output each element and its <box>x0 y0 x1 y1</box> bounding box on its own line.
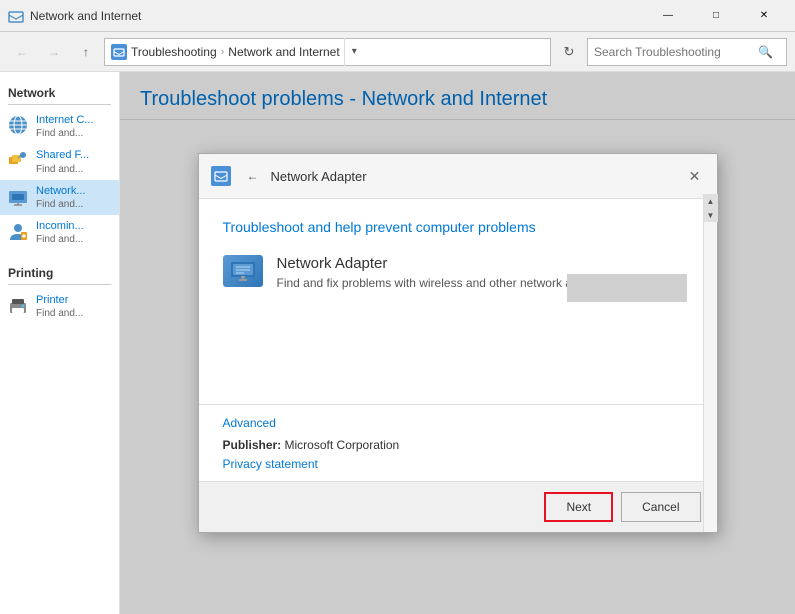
printer-item-sub: Find and... <box>36 307 113 320</box>
network-icon <box>6 184 30 208</box>
printer-icon <box>6 293 30 317</box>
up-button[interactable]: ↑ <box>72 38 100 66</box>
network-adapter-dialog: ← Network Adapter ✕ Troubleshoot and hel… <box>198 153 718 533</box>
printing-section-title: Printing <box>0 260 119 284</box>
scroll-up-button[interactable]: ▲ <box>704 194 718 208</box>
window-controls: — □ ✕ <box>645 0 787 32</box>
shared-icon <box>6 148 30 172</box>
adapter-description: Find and fix problems with wireless and … <box>277 276 616 290</box>
network-item-title: Network... <box>36 184 113 198</box>
incoming-icon <box>6 219 30 243</box>
window-icon <box>8 8 24 24</box>
search-icon[interactable]: 🔍 <box>758 45 773 59</box>
sidebar: Network Internet C... Find and... <box>0 72 120 614</box>
window-title: Network and Internet <box>30 9 645 23</box>
adapter-icon-inner <box>223 255 263 287</box>
printer-item-text: Printer Find and... <box>36 293 113 320</box>
sidebar-item-printer[interactable]: Printer Find and... <box>0 289 119 324</box>
title-bar: Network and Internet — □ ✕ <box>0 0 795 32</box>
scrollbar-track[interactable]: ▲ ▼ <box>703 194 717 532</box>
dialog-header-icon <box>211 166 231 186</box>
internet-icon <box>6 113 30 137</box>
breadcrumb-part2: Network and Internet <box>228 45 339 59</box>
sidebar-item-network[interactable]: Network... Find and... <box>0 180 119 215</box>
dialog-body: Troubleshoot and help prevent computer p… <box>199 199 717 404</box>
network-divider <box>8 104 111 105</box>
address-bar: ← → ↑ Troubleshooting › Network and Inte… <box>0 32 795 72</box>
shared-item-sub: Find and... <box>36 163 113 176</box>
dialog-overlay: ← Network Adapter ✕ Troubleshoot and hel… <box>120 72 795 614</box>
sidebar-item-shared[interactable]: Shared F... Find and... <box>0 144 119 179</box>
incoming-item-text: Incomin... Find and... <box>36 219 113 246</box>
sidebar-item-incoming[interactable]: Incomin... Find and... <box>0 215 119 250</box>
printing-divider <box>8 284 111 285</box>
refresh-button[interactable]: ↻ <box>555 38 583 66</box>
publisher-value: Microsoft Corporation <box>285 438 400 452</box>
dialog-header: ← Network Adapter ✕ <box>199 154 717 199</box>
publisher-line: Publisher: Microsoft Corporation <box>223 438 693 452</box>
adapter-info: Network Adapter Find and fix problems wi… <box>277 255 616 290</box>
advanced-link[interactable]: Advanced <box>223 416 276 430</box>
cancel-button[interactable]: Cancel <box>621 492 700 522</box>
back-button[interactable]: ← <box>8 38 36 66</box>
address-chevron[interactable]: ▾ <box>344 38 364 66</box>
dialog-back-button[interactable]: ← <box>239 162 267 190</box>
printer-item-title: Printer <box>36 293 113 307</box>
search-input[interactable] <box>594 45 754 59</box>
dialog-title: Network Adapter <box>271 169 685 184</box>
shared-item-title: Shared F... <box>36 148 113 162</box>
network-section-title: Network <box>0 80 119 104</box>
content-area: Troubleshoot problems - Network and Inte… <box>120 72 795 614</box>
search-box[interactable]: 🔍 <box>587 38 787 66</box>
dialog-close-button[interactable]: ✕ <box>685 166 705 186</box>
main-layout: Network Internet C... Find and... <box>0 72 795 614</box>
breadcrumb-part1: Troubleshooting <box>131 45 217 59</box>
close-button[interactable]: ✕ <box>741 0 787 32</box>
shared-item-text: Shared F... Find and... <box>36 148 113 175</box>
placeholder-box <box>567 274 687 302</box>
minimize-button[interactable]: — <box>645 0 691 32</box>
incoming-item-title: Incomin... <box>36 219 113 233</box>
sidebar-item-internet[interactable]: Internet C... Find and... <box>0 109 119 144</box>
breadcrumb: Troubleshooting › Network and Internet <box>131 45 340 59</box>
maximize-button[interactable]: □ <box>693 0 739 32</box>
privacy-link[interactable]: Privacy statement <box>223 457 318 471</box>
address-bar-input[interactable]: Troubleshooting › Network and Internet ▾ <box>104 38 551 66</box>
breadcrumb-icon <box>111 44 127 60</box>
adapter-icon <box>223 255 263 295</box>
internet-item-text: Internet C... Find and... <box>36 113 113 140</box>
network-item-sub: Find and... <box>36 198 113 211</box>
forward-button[interactable]: → <box>40 38 68 66</box>
dialog-subtitle: Troubleshoot and help prevent computer p… <box>223 219 693 235</box>
internet-item-title: Internet C... <box>36 113 113 127</box>
dialog-footer: Advanced Publisher: Microsoft Corporatio… <box>199 404 717 481</box>
publisher-label: Publisher: <box>223 438 285 452</box>
internet-item-sub: Find and... <box>36 127 113 140</box>
breadcrumb-separator: › <box>221 46 225 58</box>
incoming-item-sub: Find and... <box>36 233 113 246</box>
next-button[interactable]: Next <box>544 492 613 522</box>
scroll-down-button[interactable]: ▼ <box>704 208 718 222</box>
dialog-action-bar: Next Cancel <box>199 481 717 532</box>
adapter-name: Network Adapter <box>277 255 616 272</box>
network-item-text: Network... Find and... <box>36 184 113 211</box>
